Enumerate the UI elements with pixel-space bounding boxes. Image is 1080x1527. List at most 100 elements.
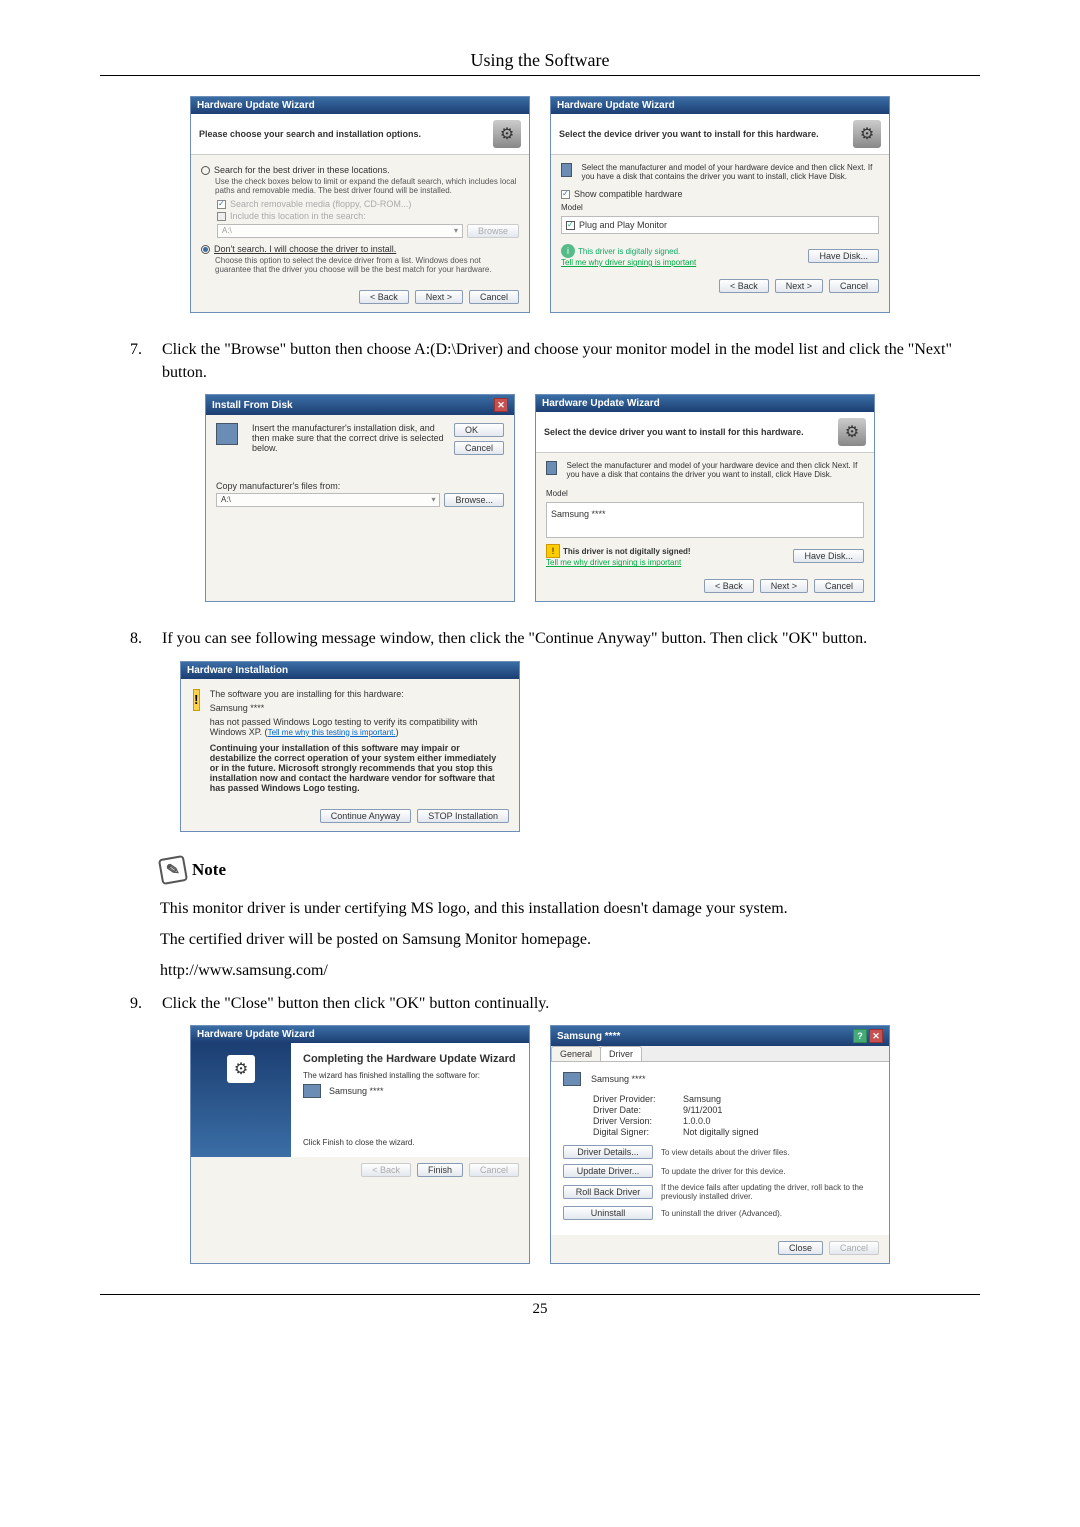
dialog-title: Hardware Update Wizard	[197, 1029, 315, 1040]
path-combo[interactable]: A:\	[217, 224, 463, 238]
model-item: Samsung ****	[551, 509, 606, 519]
next-button[interactable]: Next >	[760, 579, 808, 593]
uninstall-button[interactable]: Uninstall	[563, 1206, 653, 1220]
radio-dont-search[interactable]: Don't search. I will choose the driver t…	[201, 244, 519, 254]
cancel-button[interactable]: Cancel	[814, 579, 864, 593]
check-removable-media[interactable]: Search removable media (floppy, CD-ROM..…	[217, 199, 519, 209]
dialog-titlebar: Hardware Update Wizard	[551, 97, 889, 114]
testing-important-link[interactable]: Tell me why this testing is important.	[268, 728, 396, 737]
copy-from-label: Copy manufacturer's files from:	[216, 481, 504, 491]
check-show-compatible[interactable]: Show compatible hardware	[561, 189, 879, 199]
check-label: Show compatible hardware	[574, 189, 683, 199]
radio-icon	[201, 245, 210, 254]
radio-icon	[201, 166, 210, 175]
checkbox-icon	[217, 200, 226, 209]
floppy-icon	[216, 423, 238, 445]
path-combo[interactable]: A:\	[216, 493, 440, 507]
model-listbox[interactable]: Plug and Play Monitor	[561, 216, 879, 234]
note-para-1: This monitor driver is under certifying …	[160, 897, 980, 920]
signer-label: Digital Signer:	[593, 1127, 683, 1137]
check-label: Include this location in the search:	[230, 211, 366, 221]
stop-installation-button[interactable]: STOP Installation	[417, 809, 509, 823]
provider-value: Samsung	[683, 1094, 721, 1104]
tell-me-link[interactable]: Tell me why driver signing is important	[546, 558, 691, 567]
model-label: Model	[561, 203, 879, 212]
tab-general[interactable]: General	[551, 1046, 601, 1061]
dialog-titlebar: Hardware Update Wizard	[191, 1026, 529, 1043]
have-disk-button[interactable]: Have Disk...	[808, 249, 879, 263]
close-icon[interactable]: ✕	[494, 398, 508, 412]
browse-button[interactable]: Browse...	[444, 493, 504, 507]
note-label: Note	[192, 860, 226, 880]
help-icon[interactable]: ?	[853, 1029, 867, 1043]
tabs: General Driver	[551, 1046, 889, 1062]
back-button[interactable]: < Back	[361, 1163, 411, 1177]
step-number: 9.	[130, 992, 142, 1015]
cancel-button[interactable]: Cancel	[469, 1163, 519, 1177]
figure-row-1: Hardware Update Wizard Please choose you…	[100, 96, 980, 313]
warn-bold: Continuing your installation of this sof…	[210, 743, 507, 793]
close-button[interactable]: Close	[778, 1241, 823, 1255]
signer-value: Not digitally signed	[683, 1127, 759, 1137]
cancel-button[interactable]: Cancel	[829, 279, 879, 293]
cancel-button[interactable]: Cancel	[454, 441, 504, 455]
model-listbox[interactable]: Samsung ****	[546, 502, 864, 538]
dialog-title: Hardware Update Wizard	[557, 100, 675, 111]
have-disk-button[interactable]: Have Disk...	[793, 549, 864, 563]
select-desc: Select the manufacturer and model of you…	[582, 163, 879, 181]
hw-wizard-select-driver-dialog-2: Hardware Update Wizard Select the device…	[535, 394, 875, 602]
back-button[interactable]: < Back	[359, 290, 409, 304]
browse-button[interactable]: Browse	[467, 224, 519, 238]
dialog-titlebar: Hardware Update Wizard	[536, 395, 874, 412]
next-button[interactable]: Next >	[415, 290, 463, 304]
warning-icon: !	[193, 689, 200, 711]
signed-text: This driver is digitally signed.	[578, 247, 680, 256]
complete-device: Samsung ****	[329, 1086, 384, 1096]
not-signed-text: This driver is not digitally signed!	[563, 547, 691, 556]
roll-back-desc: If the device fails after updating the d…	[661, 1183, 877, 1201]
wizard-icon: ⚙	[853, 120, 881, 148]
dialog-title: Hardware Update Wizard	[542, 398, 660, 409]
check-include-location[interactable]: Include this location in the search:	[217, 211, 519, 221]
driver-details-button[interactable]: Driver Details...	[563, 1145, 653, 1159]
completing-wizard-dialog: Hardware Update Wizard ⚙ Completing the …	[190, 1025, 530, 1264]
tab-driver[interactable]: Driver	[600, 1046, 642, 1061]
roll-back-button[interactable]: Roll Back Driver	[563, 1185, 653, 1199]
date-label: Driver Date:	[593, 1105, 683, 1115]
close-icon[interactable]: ✕	[869, 1029, 883, 1043]
step-number: 7.	[130, 338, 142, 384]
note-para-3: http://www.samsung.com/	[160, 959, 980, 982]
complete-desc: The wizard has finished installing the s…	[303, 1071, 517, 1080]
cancel-button[interactable]: Cancel	[829, 1241, 879, 1255]
next-button[interactable]: Next >	[775, 279, 823, 293]
continue-anyway-button[interactable]: Continue Anyway	[320, 809, 412, 823]
figure-row-4: Hardware Update Wizard ⚙ Completing the …	[100, 1025, 980, 1264]
cancel-button[interactable]: Cancel	[469, 290, 519, 304]
radio-search-best[interactable]: Search for the best driver in these loca…	[201, 165, 519, 175]
dialog-header: Select the device driver you want to ins…	[536, 412, 874, 453]
dialog-titlebar: Hardware Installation	[181, 662, 519, 679]
ok-button[interactable]: OK	[454, 423, 504, 437]
warn-line1: The software you are installing for this…	[210, 689, 507, 699]
warn-line3b: )	[396, 727, 399, 737]
monitor-icon	[563, 1072, 581, 1086]
note-block: ✎ Note	[160, 857, 980, 883]
check-label: Search removable media (floppy, CD-ROM..…	[230, 199, 411, 209]
tell-me-link[interactable]: Tell me why driver signing is important	[561, 258, 696, 267]
figure-row-2: Install From Disk ✕ Insert the manufactu…	[100, 394, 980, 602]
back-button[interactable]: < Back	[704, 579, 754, 593]
back-button[interactable]: < Back	[719, 279, 769, 293]
version-label: Driver Version:	[593, 1116, 683, 1126]
date-value: 9/11/2001	[683, 1105, 722, 1115]
page-number: 25	[100, 1295, 980, 1338]
monitor-icon	[546, 461, 557, 475]
dialog-titlebar: Hardware Update Wizard	[191, 97, 529, 114]
update-driver-button[interactable]: Update Driver...	[563, 1164, 653, 1178]
finish-button[interactable]: Finish	[417, 1163, 463, 1177]
warn-device: Samsung ****	[210, 703, 507, 713]
check-icon	[566, 221, 575, 230]
hw-wizard-search-options-dialog: Hardware Update Wizard Please choose you…	[190, 96, 530, 313]
dialog-title: Hardware Update Wizard	[197, 100, 315, 111]
info-icon: i	[561, 244, 575, 258]
wizard-icon: ⚙	[227, 1055, 255, 1083]
